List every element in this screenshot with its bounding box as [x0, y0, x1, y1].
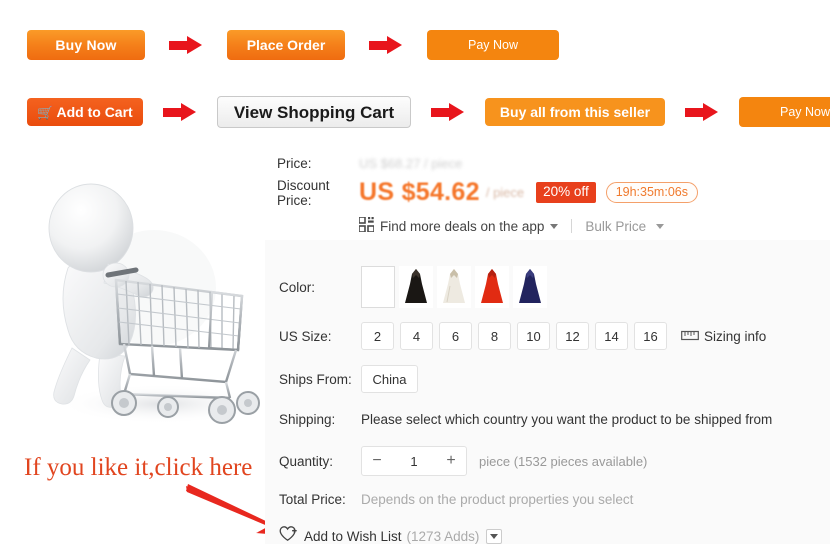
ruler-icon: [681, 329, 699, 344]
quantity-increment-button[interactable]: +: [436, 447, 466, 475]
total-price-note: Depends on the product properties you se…: [361, 492, 634, 507]
product-purchase-flow-page: Buy Now Place Order Pay Now 🛒 Add to Car…: [0, 0, 830, 544]
shopping-cart-illustration: [12, 158, 274, 446]
size-option-4[interactable]: 4: [400, 322, 433, 350]
product-options-panel: Color: US Size: 2 4 6 8 10 12 14 16 Sizi…: [265, 240, 830, 544]
chevron-down-icon[interactable]: [550, 223, 559, 229]
discount-price-row: Discount Price: US $54.62 / piece 20% of…: [277, 178, 822, 208]
ships-from-option-china[interactable]: China: [361, 365, 418, 393]
size-option-2[interactable]: 2: [361, 322, 394, 350]
price-row: Price: US $68.27 / piece: [277, 152, 822, 174]
us-size-label: US Size:: [279, 328, 332, 344]
price-unit: / piece: [485, 185, 525, 200]
view-shopping-cart-button[interactable]: View Shopping Cart: [217, 96, 411, 128]
discount-price-values: US $54.62 / piece 20% off 19h:35m:06s: [359, 178, 698, 207]
size-option-8[interactable]: 8: [478, 322, 511, 350]
discount-percent-badge: 20% off: [536, 182, 596, 203]
chevron-down-icon: [490, 533, 499, 539]
wish-list-add-count: (1273 Adds): [406, 528, 480, 544]
empty-swatch[interactable]: [361, 266, 395, 308]
price-label: Price:: [277, 155, 312, 171]
quantity-label: Quantity:: [279, 453, 334, 469]
add-to-wish-list-label: Add to Wish List: [304, 528, 402, 544]
promo-countdown-timer: 19h:35m:06s: [605, 181, 698, 204]
find-more-deals-label[interactable]: Find more deals on the app: [380, 219, 544, 234]
quantity-input[interactable]: 1: [392, 454, 436, 469]
ships-from-option-row: Ships From: China: [279, 365, 418, 393]
price-block: Price: US $68.27 / piece Discount Price:…: [277, 152, 822, 235]
size-option-6[interactable]: 6: [439, 322, 472, 350]
color-label: Color:: [279, 279, 316, 295]
flow-arrow-icon: [169, 36, 203, 54]
size-option-10[interactable]: 10: [517, 322, 550, 350]
size-option-12[interactable]: 12: [556, 322, 589, 350]
shipping-row: Shipping: Please select which country yo…: [279, 412, 772, 427]
add-to-cart-button[interactable]: 🛒 Add to Cart: [27, 98, 143, 126]
heart-plus-icon: [279, 525, 298, 544]
total-price-row: Total Price: Depends on the product prop…: [279, 492, 633, 507]
us-size-option-row: US Size: 2 4 6 8 10 12 14 16 Sizing info: [279, 322, 766, 350]
app-deals-row: Find more deals on the app Bulk Price: [358, 216, 822, 235]
add-to-wish-list-button[interactable]: Add to Wish List (1273 Adds): [279, 525, 503, 544]
quantity-stepper[interactable]: − 1 +: [361, 446, 467, 476]
checkout-flow-row-add-to-cart: 🛒 Add to Cart View Shopping Cart Buy all…: [27, 94, 830, 130]
size-option-14[interactable]: 14: [595, 322, 628, 350]
flow-arrow-icon: [163, 103, 197, 121]
checkout-flow-row-buy-now: Buy Now Place Order Pay Now: [27, 28, 559, 62]
shipping-message: Please select which country you want the…: [361, 412, 773, 427]
add-to-cart-label: Add to Cart: [56, 104, 133, 120]
quantity-decrement-button[interactable]: −: [362, 447, 392, 475]
bulk-price-label: Bulk Price: [585, 218, 647, 234]
chevron-down-icon: [655, 224, 664, 230]
buy-now-button[interactable]: Buy Now: [27, 30, 145, 60]
ivory-dress-swatch[interactable]: [437, 266, 471, 308]
annotation-text: If you like it,click here: [24, 454, 253, 481]
buy-all-from-this-seller-button[interactable]: Buy all from this seller: [485, 98, 665, 126]
black-dress-swatch[interactable]: [399, 266, 433, 308]
pay-now-button-flow-1[interactable]: Pay Now: [427, 30, 559, 60]
size-option-16[interactable]: 16: [634, 322, 667, 350]
red-dress-swatch[interactable]: [475, 266, 509, 308]
flow-arrow-icon: [431, 103, 465, 121]
qr-code-icon: [358, 216, 375, 235]
flow-arrow-icon: [685, 103, 719, 121]
sizing-info-link[interactable]: Sizing info: [681, 329, 766, 344]
discount-price-label: Discount Price:: [277, 178, 359, 208]
quantity-row: Quantity: − 1 + piece (1532 pieces avail…: [279, 446, 647, 476]
color-option-row: Color:: [279, 266, 551, 308]
sizing-info-label: Sizing info: [704, 328, 767, 344]
total-price-label: Total Price:: [279, 492, 346, 507]
discount-label-line2: Price:: [277, 193, 312, 208]
stock-availability-note: piece (1532 pieces available): [479, 453, 648, 469]
discount-label-line1: Discount: [277, 178, 330, 193]
original-price-value: US $68.27 / piece: [359, 155, 463, 171]
ships-from-label: Ships From:: [279, 371, 352, 387]
bulk-price-link[interactable]: Bulk Price: [585, 219, 664, 234]
wish-list-dropdown-button[interactable]: [486, 528, 503, 544]
shipping-label: Shipping:: [279, 412, 336, 427]
pay-now-button-flow-2[interactable]: Pay Now: [739, 97, 830, 127]
place-order-button[interactable]: Place Order: [227, 30, 345, 60]
navy-dress-swatch[interactable]: [513, 266, 547, 308]
divider: [571, 219, 573, 233]
discount-price-value: US $54.62: [359, 178, 480, 206]
flow-arrow-icon: [369, 36, 403, 54]
shopping-cart-icon: 🛒: [37, 104, 54, 120]
